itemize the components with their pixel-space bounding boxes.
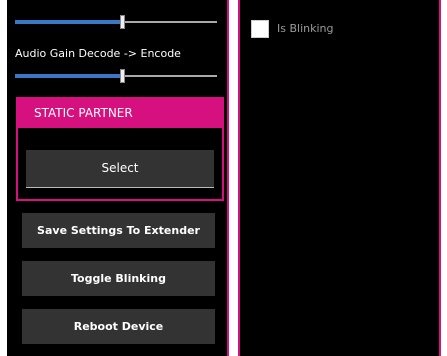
reboot-device-button[interactable]: Reboot Device bbox=[22, 309, 215, 344]
decode-encode-gain-label: Audio Gain Decode -> Encode bbox=[15, 47, 181, 60]
settings-panel: Audio Gain Decode -> Encode STATIC PARTN… bbox=[7, 0, 229, 356]
decode-encode-gain-slider[interactable] bbox=[15, 69, 217, 83]
static-partner-group: STATIC PARTNER Select bbox=[16, 97, 224, 201]
toggle-blinking-button[interactable]: Toggle Blinking bbox=[22, 261, 215, 296]
first-gain-slider[interactable] bbox=[15, 15, 217, 29]
select-partner-button[interactable]: Select bbox=[26, 150, 214, 188]
static-partner-header: STATIC PARTNER bbox=[18, 99, 222, 129]
slider-thumb[interactable] bbox=[120, 15, 126, 29]
is-blinking-checkbox[interactable] bbox=[251, 20, 269, 38]
slider-fill bbox=[15, 20, 123, 24]
slider-thumb[interactable] bbox=[120, 69, 126, 83]
save-settings-button[interactable]: Save Settings To Extender bbox=[22, 213, 215, 248]
is-blinking-label: Is Blinking bbox=[277, 22, 334, 35]
status-panel: Is Blinking bbox=[238, 0, 441, 356]
slider-fill bbox=[15, 74, 123, 78]
